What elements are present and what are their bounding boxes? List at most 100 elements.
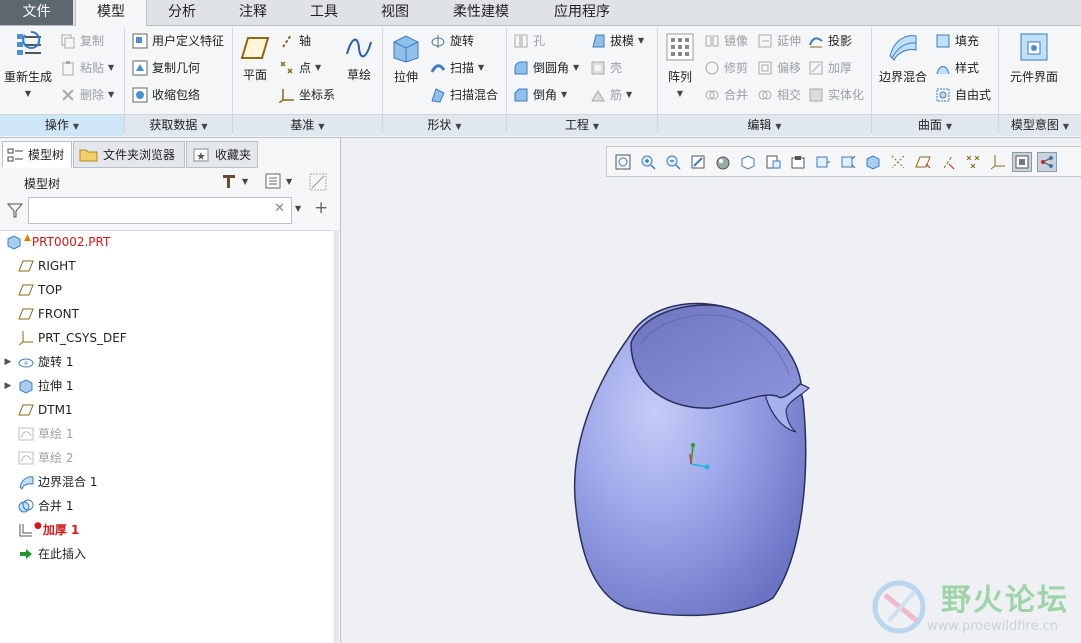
group-caption-surfaces[interactable]: 曲面 ▼	[872, 114, 998, 136]
tree-item-part[interactable]: ▲ PRT0002.PRT	[0, 231, 110, 253]
tab-tools[interactable]: 工具	[289, 0, 359, 25]
tab-favorites[interactable]: 收藏夹	[186, 141, 258, 168]
model-view[interactable]	[341, 138, 1081, 642]
tree-item-csys[interactable]: PRT_CSYS_DEF	[0, 327, 127, 349]
hole-button[interactable]: 孔	[513, 32, 545, 49]
draft-button[interactable]: 拔模 ▼	[590, 32, 644, 49]
round-button[interactable]: 倒圆角 ▼	[513, 59, 579, 76]
style-button[interactable]: 样式	[935, 59, 979, 76]
search-dropdown-icon[interactable]: ▼	[295, 204, 301, 213]
tab-file[interactable]: 文件	[0, 0, 73, 25]
tree-item-front[interactable]: FRONT	[0, 303, 79, 325]
solidify-button[interactable]: 实体化	[808, 86, 864, 103]
freestyle-button[interactable]: 自由式	[935, 86, 991, 103]
display-style-icon[interactable]	[713, 152, 733, 172]
perspective-icon[interactable]	[788, 152, 808, 172]
tab-analysis[interactable]: 分析	[147, 0, 217, 25]
mirror-button[interactable]: 镜像	[704, 32, 748, 49]
boundary-blend-button[interactable]: 边界混合	[877, 30, 929, 85]
csys-display-icon[interactable]	[988, 152, 1008, 172]
trim-button[interactable]: 修剪	[704, 59, 748, 76]
merge-button[interactable]: 合并	[704, 86, 748, 103]
datum-plane-display-icon[interactable]	[913, 152, 933, 172]
tab-flexible-modeling[interactable]: 柔性建模	[431, 0, 531, 25]
tree-item-sketch-1[interactable]: 草绘 1	[0, 423, 73, 445]
rib-button[interactable]: 筋 ▼	[590, 86, 632, 103]
section-icon[interactable]	[813, 152, 833, 172]
sketch-button[interactable]: 草绘	[341, 34, 377, 83]
datum-plane-button[interactable]: 平面	[236, 34, 274, 83]
clear-search-icon[interactable]: ✕	[274, 201, 285, 216]
expand-arrow-icon[interactable]: ▶	[0, 351, 16, 373]
add-filter-icon[interactable]: +	[314, 198, 328, 218]
regenerate-button[interactable]: 重新生成 ▼	[2, 30, 54, 99]
zoom-in-icon[interactable]	[638, 152, 658, 172]
expand-arrow-icon[interactable]: ▶	[0, 375, 16, 397]
datum-point-display-icon[interactable]	[963, 152, 983, 172]
tab-view[interactable]: 视图	[360, 0, 430, 25]
tree-item-top[interactable]: TOP	[0, 279, 62, 301]
tree-item-right[interactable]: RIGHT	[0, 255, 76, 277]
tree-scrollbar[interactable]	[334, 230, 339, 642]
user-defined-feature-button[interactable]: 用户定义特征	[132, 32, 224, 49]
tab-folder-browser[interactable]: 文件夹浏览器	[73, 141, 185, 168]
fill-button[interactable]: 填充	[935, 32, 979, 49]
chamfer-button[interactable]: 倒角 ▼	[513, 86, 567, 103]
tab-applications[interactable]: 应用程序	[532, 0, 632, 25]
extend-button[interactable]: 延伸	[757, 32, 801, 49]
shell-button[interactable]: 壳	[590, 59, 622, 76]
refit-icon[interactable]	[613, 152, 633, 172]
tree-item-extrude[interactable]: ▶ 拉伸 1	[0, 375, 73, 397]
annotation-display-icon[interactable]	[838, 152, 858, 172]
datum-axis-toggle-icon[interactable]	[938, 152, 958, 172]
datum-point-button[interactable]: 点 ▼	[279, 59, 321, 76]
extrude-button[interactable]: 拉伸	[388, 30, 424, 85]
group-caption-editing[interactable]: 编辑 ▼	[658, 114, 871, 136]
group-caption-datum[interactable]: 基准 ▼	[233, 114, 382, 136]
tree-columns-icon[interactable]	[308, 172, 328, 195]
search-input[interactable]	[33, 199, 267, 222]
copy-geometry-button[interactable]: 复制几何	[132, 59, 200, 76]
datum-axis-button[interactable]: 轴	[279, 32, 311, 49]
tree-item-dtm1[interactable]: DTM1	[0, 399, 73, 421]
group-caption-get-data[interactable]: 获取数据 ▼	[125, 114, 232, 136]
shrinkwrap-button[interactable]: 收缩包络	[132, 86, 200, 103]
repaint-icon[interactable]	[688, 152, 708, 172]
coordinate-system-button[interactable]: 坐标系	[279, 86, 335, 103]
tab-model-tree[interactable]: 模型树	[2, 141, 72, 168]
spin-center-display-icon[interactable]	[1012, 152, 1032, 172]
paste-button[interactable]: 粘贴 ▼	[60, 59, 114, 76]
thicken-button[interactable]: 加厚	[808, 59, 852, 76]
graphics-viewport[interactable]: 野火论坛 www.proewildfire.cn	[341, 138, 1081, 642]
group-caption-engineering[interactable]: 工程 ▼	[507, 114, 657, 136]
tree-item-sketch-2[interactable]: 草绘 2	[0, 447, 73, 469]
tab-model[interactable]: 模型	[75, 0, 147, 26]
tree-settings-button[interactable]: ▼	[220, 172, 248, 190]
tree-item-merge[interactable]: 合并 1	[0, 495, 73, 517]
saved-orientations-icon[interactable]	[738, 152, 758, 172]
group-caption-model-intent[interactable]: 模型意图 ▼	[999, 114, 1081, 136]
offset-button[interactable]: 偏移	[757, 59, 801, 76]
tree-item-insert-here[interactable]: 在此插入	[0, 543, 86, 565]
view-manager-icon[interactable]	[763, 152, 783, 172]
zoom-out-icon[interactable]	[663, 152, 683, 172]
group-caption-operations[interactable]: 操作 ▼	[0, 114, 124, 136]
revolve-button[interactable]: 旋转	[430, 32, 474, 49]
pattern-button[interactable]: 阵列 ▼	[664, 30, 696, 99]
project-button[interactable]: 投影	[808, 32, 852, 49]
component-interface-button[interactable]: 元件界面	[1006, 30, 1062, 85]
swept-blend-button[interactable]: 扫描混合	[430, 86, 498, 103]
tree-item-revolve[interactable]: ▶ 旋转 1	[0, 351, 74, 373]
group-caption-shape[interactable]: 形状 ▼	[383, 114, 506, 136]
tree-item-boundary-blend[interactable]: 边界混合 1	[0, 471, 97, 493]
copy-button[interactable]: 复制	[60, 32, 104, 49]
delete-button[interactable]: 删除 ▼	[60, 86, 114, 103]
intersect-button[interactable]: 相交	[757, 86, 801, 103]
filter-icon[interactable]	[6, 201, 24, 222]
sweep-button[interactable]: 扫描 ▼	[430, 59, 484, 76]
annotation-toggle-icon[interactable]	[1037, 152, 1057, 172]
tree-item-thicken[interactable]: ● 加厚 1	[0, 519, 79, 541]
spin-center-icon[interactable]	[863, 152, 883, 172]
tab-annotate[interactable]: 注释	[218, 0, 288, 25]
datum-axis-display-icon[interactable]	[888, 152, 908, 172]
